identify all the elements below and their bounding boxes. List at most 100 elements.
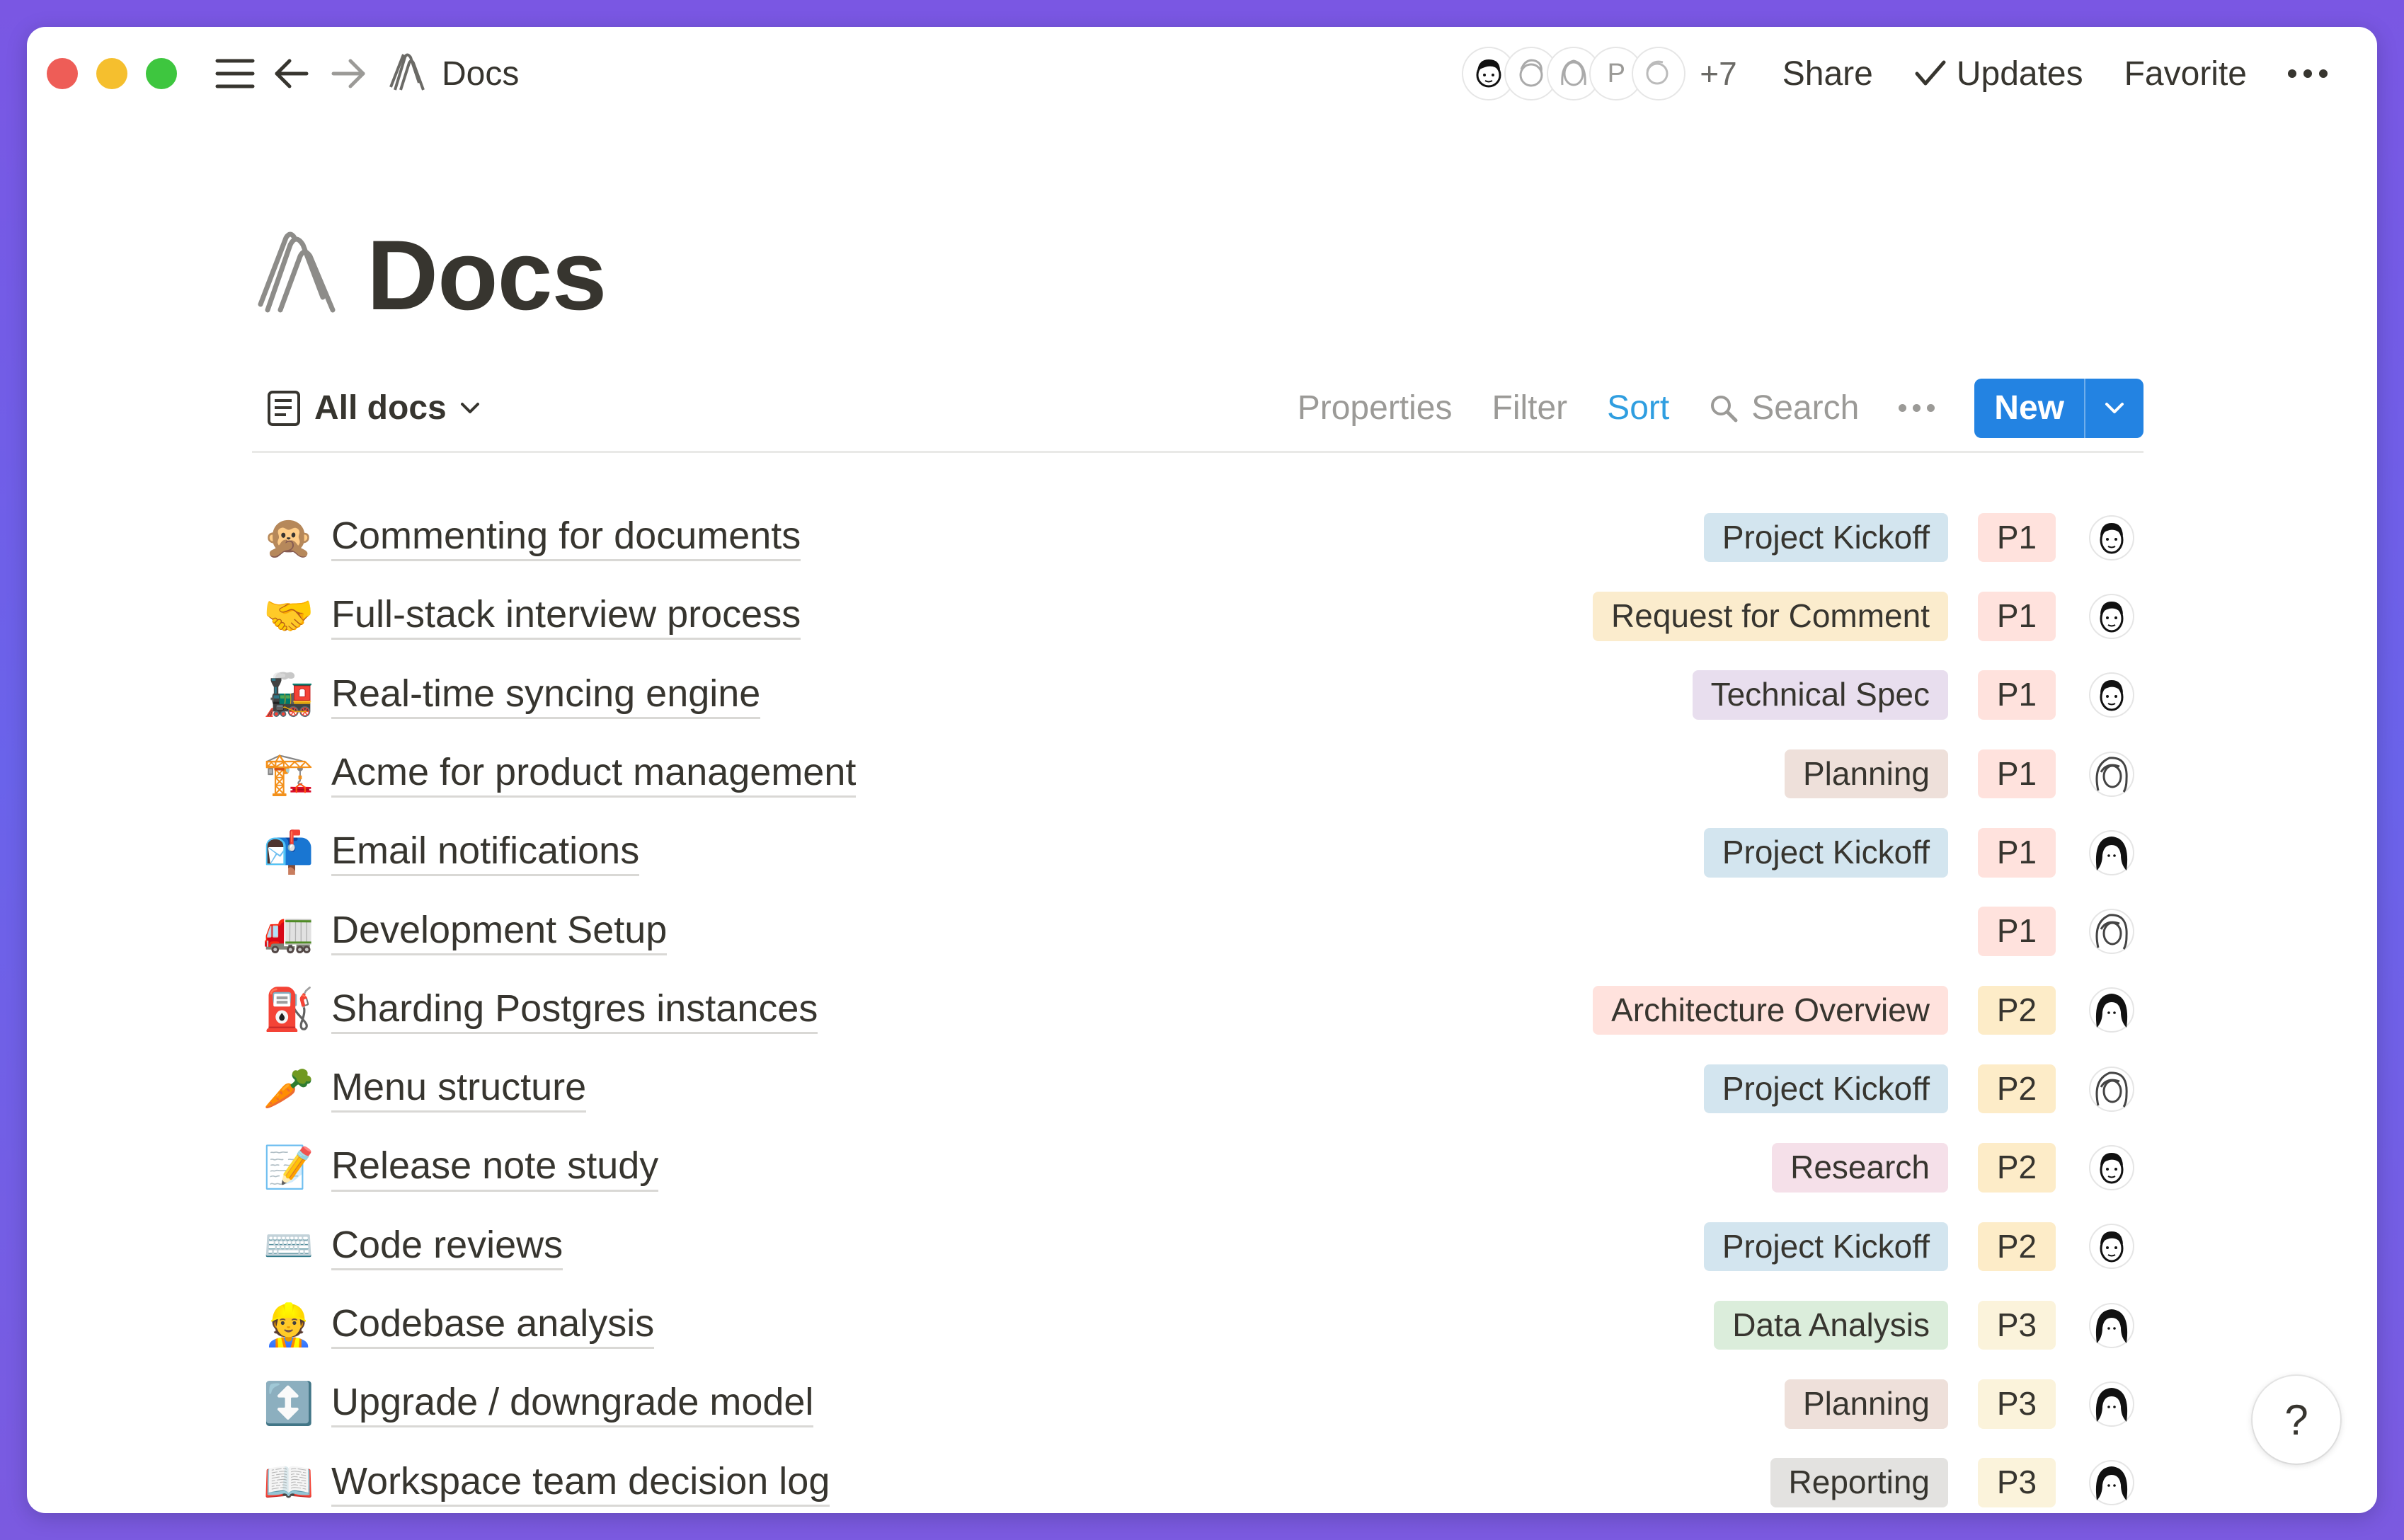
list-item[interactable]: 🚛 Development Setup P1 [252,892,2143,970]
owner-avatar[interactable] [2085,1063,2138,1115]
doc-type-tag: Planning [1784,1379,1948,1429]
view-toolbar: All docs Properties Filter Sort Search N… [252,365,2143,453]
doc-title[interactable]: Full-stack interview process [331,592,801,640]
owner-avatar[interactable] [2085,1378,2138,1430]
doc-title[interactable]: Real-time syncing engine [331,672,761,719]
doc-title[interactable]: Email notifications [331,829,640,877]
list-item[interactable]: 📬 Email notifications Project Kickoff P1 [252,813,2143,892]
doc-type-tag: Project Kickoff [1703,1064,1948,1114]
help-button[interactable]: ? [2253,1376,2340,1464]
priority-badge: P1 [1978,828,2056,878]
share-button[interactable]: Share [1782,54,1873,93]
view-label: All docs [314,389,447,427]
doc-title[interactable]: Code reviews [331,1223,563,1270]
doc-emoji-icon: 🤝 [263,592,315,639]
breadcrumb-label: Docs [442,54,520,93]
doc-title[interactable]: Sharding Postgres instances [331,987,818,1034]
search-button[interactable]: Search [1709,389,1859,427]
properties-button[interactable]: Properties [1298,389,1453,427]
avatar-letter: P [1607,58,1625,88]
page-header: Docs [253,218,607,333]
doc-type-tag: Research [1772,1143,1948,1193]
search-icon [1711,395,1738,422]
doc-type-tag: Request for Comment [1593,592,1948,641]
list-item[interactable]: ↕️ Upgrade / downgrade model Planning P3 [252,1364,2143,1443]
priority-badge: P3 [1978,1379,2056,1429]
owner-avatar[interactable] [2085,984,2138,1036]
avatar[interactable] [1633,48,1685,99]
list-item[interactable]: 🙊 Commenting for documents Project Kicko… [252,498,2143,577]
doc-emoji-icon: ↕️ [263,1380,315,1427]
priority-badge: P1 [1978,592,2056,641]
priority-badge: P2 [1978,1064,2056,1114]
owner-avatar[interactable] [2085,669,2138,721]
list-item[interactable]: 📖 Workspace team decision log Reporting … [252,1444,2143,1513]
new-dropdown-button[interactable] [2084,378,2143,438]
list-item[interactable]: ⌨️ Code reviews Project Kickoff P2 [252,1207,2143,1286]
doc-type-tag: Project Kickoff [1703,828,1948,878]
updates-label: Updates [1956,54,2083,93]
back-arrow-icon[interactable] [263,45,320,102]
priority-badge: P2 [1978,985,2056,1035]
new-button-group: New [1974,378,2143,438]
list-item[interactable]: 📝 Release note study Research P2 [252,1128,2143,1207]
forward-arrow-icon[interactable] [320,45,377,102]
sort-button[interactable]: Sort [1607,389,1669,427]
list-item[interactable]: 👷 Codebase analysis Data Analysis P3 [252,1286,2143,1364]
list-item[interactable]: 🏗️ Acme for product management Planning … [252,735,2143,813]
document-list: 🙊 Commenting for documents Project Kicko… [252,498,2143,1513]
new-button[interactable]: New [1974,378,2084,438]
owner-avatar[interactable] [2085,590,2138,643]
more-collaborators-count[interactable]: +7 [1700,54,1736,93]
priority-badge: P3 [1978,1300,2056,1350]
doc-title[interactable]: Development Setup [331,908,668,955]
doc-title[interactable]: Upgrade / downgrade model [331,1380,814,1428]
page-title: Docs [367,219,607,331]
owner-avatar[interactable] [2085,905,2138,958]
close-window-button[interactable] [47,58,78,89]
owner-avatar[interactable] [2085,827,2138,879]
updates-button[interactable]: Updates [1914,54,2083,93]
doc-emoji-icon: ⛽ [263,987,315,1033]
doc-emoji-icon: 👷 [263,1301,315,1348]
owner-avatar[interactable] [2085,1456,2138,1509]
list-item[interactable]: ⛽ Sharding Postgres instances Architectu… [252,971,2143,1050]
search-label: Search [1751,389,1860,427]
priority-badge: P1 [1978,670,2056,720]
chevron-down-icon [2105,402,2124,413]
owner-avatar[interactable] [2085,512,2138,564]
list-item[interactable]: 🚂 Real-time syncing engine Technical Spe… [252,656,2143,735]
doc-emoji-icon: ⌨️ [263,1223,315,1270]
doc-title[interactable]: Codebase analysis [331,1301,655,1350]
priority-badge: P2 [1978,1143,2056,1193]
filter-button[interactable]: Filter [1492,389,1568,427]
owner-avatar[interactable] [2085,1299,2138,1352]
priority-badge: P1 [1978,749,2056,799]
owner-avatar[interactable] [2085,1220,2138,1272]
doc-emoji-icon: 🥕 [263,1065,315,1112]
owner-avatar[interactable] [2085,1142,2138,1194]
favorite-button[interactable]: Favorite [2124,54,2247,93]
priority-badge: P1 [1978,907,2056,956]
priority-badge: P2 [1978,1222,2056,1272]
doc-title[interactable]: Release note study [331,1144,659,1192]
sidebar-toggle-icon[interactable] [207,45,263,102]
doc-title[interactable]: Menu structure [331,1065,587,1113]
paperclip-icon[interactable] [253,228,345,323]
view-more-options-icon[interactable] [1899,404,1935,412]
doc-title[interactable]: Workspace team decision log [331,1459,830,1507]
doc-title[interactable]: Commenting for documents [331,514,801,562]
top-bar: Docs P +7 Share Updates Favorite [27,27,2377,120]
list-item[interactable]: 🤝 Full-stack interview process Request f… [252,577,2143,655]
collaborator-avatars[interactable]: P [1463,48,1685,99]
doc-type-tag: Planning [1784,749,1948,799]
view-selector[interactable]: All docs [252,389,481,427]
doc-title[interactable]: Acme for product management [331,750,857,798]
list-item[interactable]: 🥕 Menu structure Project Kickoff P2 [252,1050,2143,1128]
more-options-icon[interactable] [2288,69,2328,78]
doc-emoji-icon: 🚛 [263,908,315,955]
breadcrumb[interactable]: Docs [385,50,519,98]
minimize-window-button[interactable] [96,58,127,89]
zoom-window-button[interactable] [146,58,177,89]
owner-avatar[interactable] [2085,748,2138,800]
